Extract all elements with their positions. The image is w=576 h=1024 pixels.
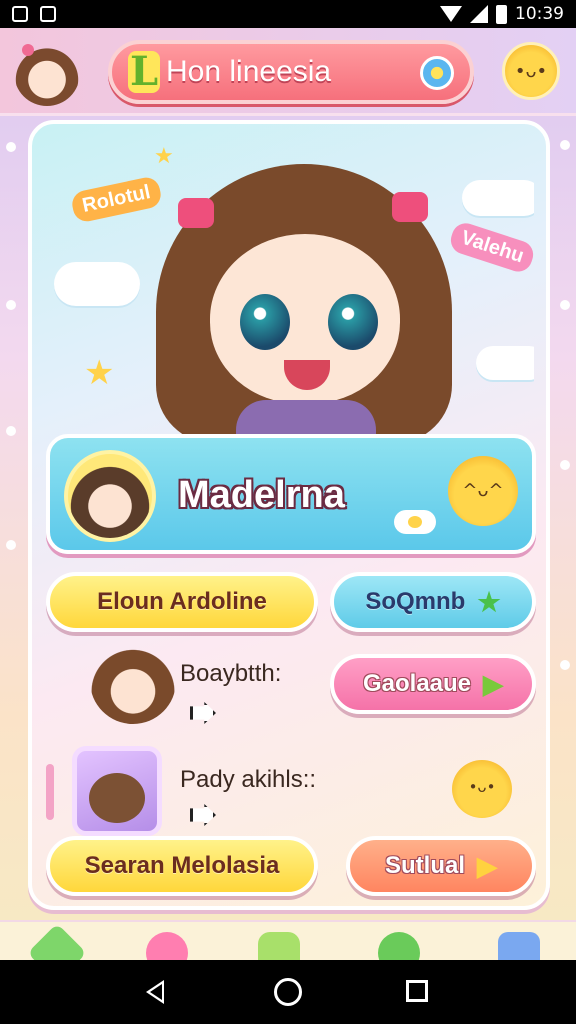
- elounardoline-label: Eloun Ardoline: [97, 588, 267, 615]
- searan-label: Searan Melolasia: [84, 852, 280, 879]
- profile-avatar[interactable]: [64, 450, 156, 542]
- image-icon: [40, 6, 56, 22]
- hero-illustration: ★ ★ Rolotul Valehu: [44, 134, 534, 434]
- gaolaaue-button[interactable]: Gaolaaue ▶: [330, 654, 536, 714]
- decor-dot: [560, 140, 570, 150]
- sticker-right: Valehu: [447, 219, 534, 276]
- back-icon[interactable]: [146, 980, 164, 1004]
- tab-shield-icon[interactable]: [498, 932, 540, 960]
- decor-dot: [560, 660, 570, 670]
- star-icon: ★: [84, 353, 115, 393]
- decor-dot: [6, 142, 16, 152]
- sutlual-button[interactable]: Sutlual ▶: [346, 836, 536, 896]
- hero-character: [156, 164, 452, 434]
- framed-avatar[interactable]: [72, 746, 162, 836]
- character-eye: [240, 294, 290, 350]
- tab-apple-icon[interactable]: [378, 932, 420, 960]
- page-title: Hon lineesia: [166, 55, 332, 88]
- friend-avatar[interactable]: [90, 638, 176, 724]
- flower-icon[interactable]: [420, 56, 454, 90]
- tab-cat-icon[interactable]: [258, 932, 300, 960]
- sutlual-label: Sutlual: [384, 852, 465, 879]
- hair-bow: [392, 192, 428, 222]
- cloud-decor: [476, 346, 534, 380]
- user-avatar[interactable]: [14, 40, 80, 106]
- system-nav-bar: [0, 960, 576, 1024]
- star-icon: ★: [477, 586, 501, 617]
- recents-icon[interactable]: [406, 980, 428, 1002]
- decor-dot: [560, 460, 570, 470]
- profile-name: Madelrna: [178, 474, 345, 516]
- pet-icon[interactable]: [448, 456, 518, 526]
- bottom-tab-bar: [0, 920, 576, 960]
- play-icon: ▶: [483, 668, 504, 699]
- cloud-decor: [462, 180, 534, 216]
- character-eye: [328, 294, 378, 350]
- row1-label: Boaybtth:: [180, 660, 282, 687]
- status-bar: 10:39: [0, 0, 576, 28]
- hair-bow: [178, 198, 214, 228]
- decor-dot: [6, 540, 16, 550]
- character-body: [236, 400, 376, 434]
- gaolaaue-label: Gaolaaue: [362, 670, 472, 697]
- searan-button[interactable]: Searan Melolasia: [46, 836, 318, 896]
- title-banner[interactable]: L Hon lineesia: [108, 40, 474, 104]
- egg-icon: [394, 510, 436, 534]
- profile-name-bar[interactable]: Madelrna: [46, 434, 536, 554]
- home-icon[interactable]: [274, 978, 302, 1006]
- decor-dot: [6, 426, 16, 436]
- settings-icon: [12, 6, 28, 22]
- play-icon: ▶: [477, 850, 497, 881]
- decor-dot: [6, 300, 16, 310]
- soamnb-button[interactable]: SoQmnb ★: [330, 572, 536, 632]
- arrow-icon[interactable]: [190, 804, 216, 826]
- battery-icon: [496, 4, 507, 24]
- elounardoline-button[interactable]: Eloun Ardoline: [46, 572, 318, 632]
- tab-heart-icon[interactable]: [146, 932, 188, 960]
- cloud-decor: [54, 262, 140, 306]
- row2-label: Pady akihls::: [180, 766, 317, 793]
- soamnb-label: SoQmnb: [365, 588, 466, 615]
- arrow-icon[interactable]: [190, 702, 216, 724]
- pet-small-icon[interactable]: [452, 760, 512, 818]
- title-badge: L: [128, 48, 160, 95]
- wifi-icon: [440, 6, 462, 22]
- profile-card: ★ ★ Rolotul Valehu Madelrna Eloun Ardoli…: [28, 120, 550, 910]
- decor-dot: [560, 300, 570, 310]
- side-handle[interactable]: [46, 764, 54, 820]
- tab-home-icon[interactable]: [27, 923, 87, 960]
- status-time: 10:39: [515, 4, 564, 24]
- signal-icon: [470, 5, 488, 23]
- sticker-left: Rolotul: [69, 175, 164, 224]
- app-header: L Hon lineesia: [0, 28, 576, 116]
- mascot-icon[interactable]: [502, 42, 560, 100]
